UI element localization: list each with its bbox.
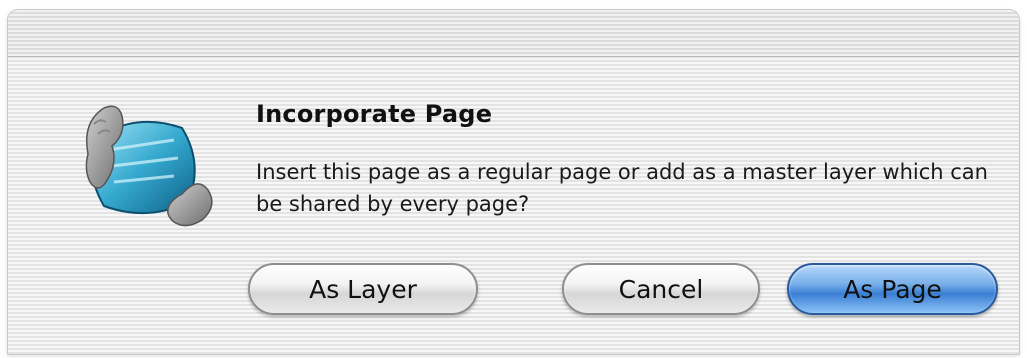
as-layer-button[interactable]: As Layer [248,263,478,315]
as-page-button[interactable]: As Page [787,263,998,315]
alert-dialog: Incorporate Page Insert this page as a r… [8,10,1019,354]
dialog-message: Insert this page as a regular page or ad… [256,160,988,216]
application-icon [78,94,218,234]
cancel-button[interactable]: Cancel [562,263,760,315]
dialog-title: Incorporate Page [256,100,493,128]
title-bar[interactable] [8,10,1019,57]
